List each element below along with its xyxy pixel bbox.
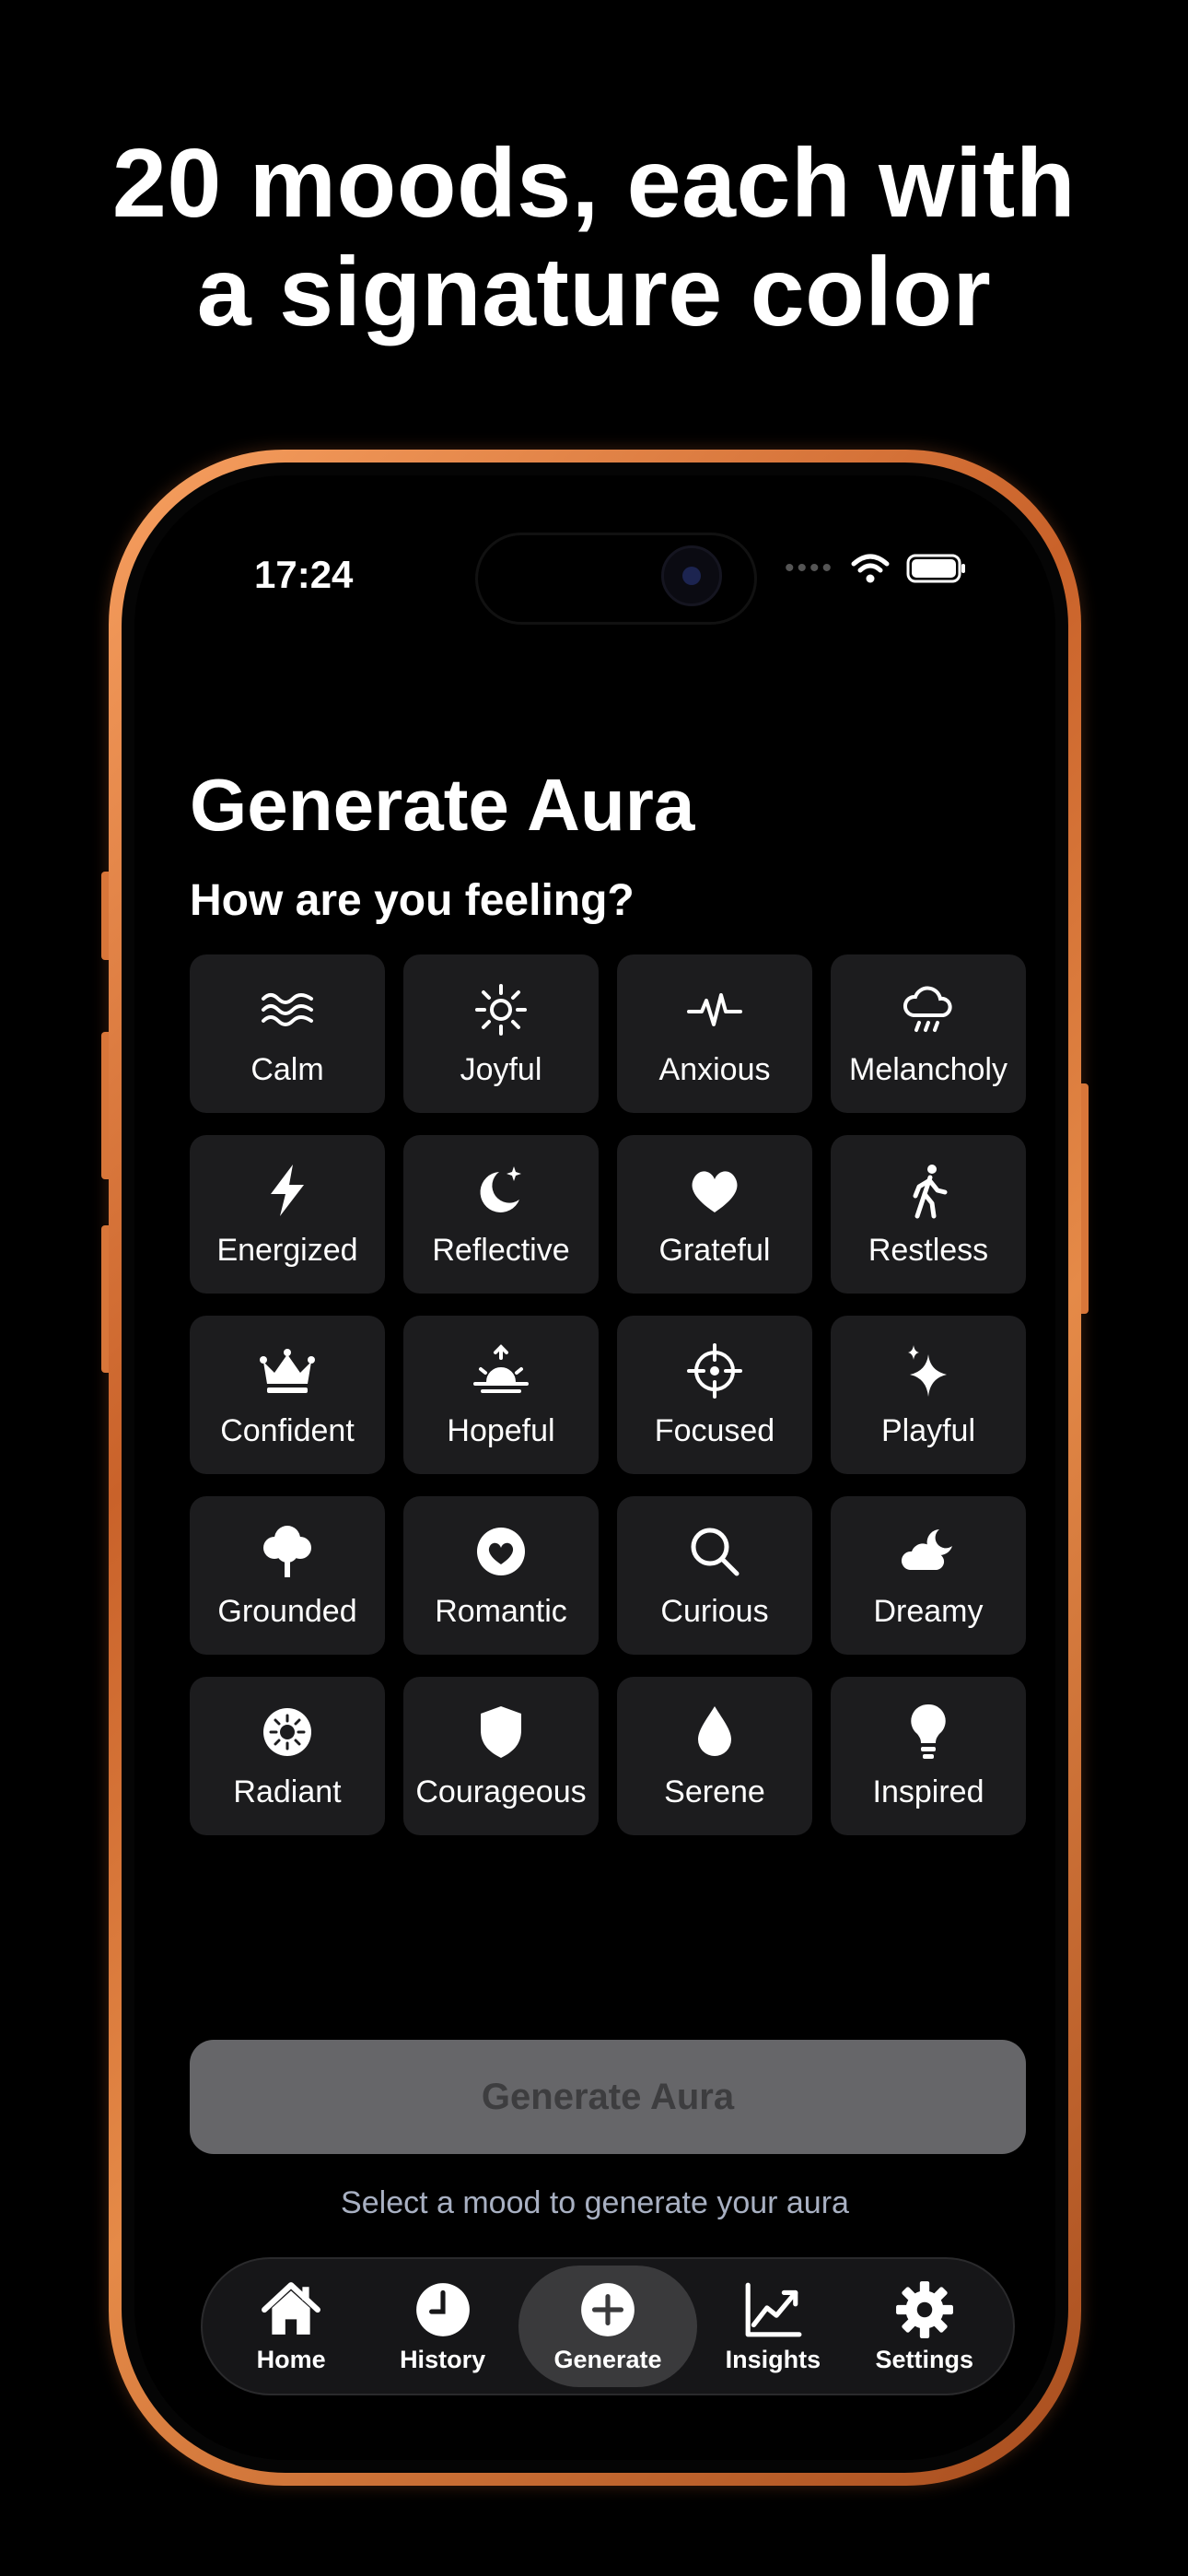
mood-tile-playful[interactable]: Playful xyxy=(831,1316,1026,1474)
house-icon xyxy=(262,2281,321,2335)
lightbulb-icon xyxy=(911,1704,946,1759)
mood-tile-anxious[interactable]: Anxious xyxy=(617,954,812,1113)
phone-bezel: 17:24 •••• Generate Aura How are you fee… xyxy=(122,463,1068,2473)
tab-home[interactable]: Home xyxy=(215,2266,367,2387)
signal-dots-icon: •••• xyxy=(784,553,834,583)
tab-label: History xyxy=(400,2345,486,2373)
status-time: 17:24 xyxy=(254,553,354,596)
mood-label: Curious xyxy=(660,1593,769,1629)
mood-tile-inspired[interactable]: Inspired xyxy=(831,1677,1026,1835)
cloud-moon-icon xyxy=(901,1528,952,1570)
tab-label: Insights xyxy=(725,2345,821,2373)
shield-icon xyxy=(481,1705,521,1758)
mood-label: Inspired xyxy=(872,1774,984,1809)
mood-label: Serene xyxy=(664,1774,765,1809)
mood-label: Romantic xyxy=(435,1593,567,1629)
mood-label: Grateful xyxy=(658,1232,771,1268)
page-subtitle: How are you feeling? xyxy=(190,876,635,925)
wifi-icon xyxy=(851,554,890,583)
mood-label: Hopeful xyxy=(447,1412,555,1448)
tab-generate[interactable]: Generate xyxy=(518,2266,697,2387)
mood-label: Dreamy xyxy=(873,1593,984,1629)
heart-circle-icon xyxy=(477,1527,525,1575)
crosshair-icon xyxy=(687,1342,742,1399)
battery-icon xyxy=(906,554,965,583)
mood-tile-energized[interactable]: Energized xyxy=(190,1135,385,1294)
generate-aura-button[interactable]: Generate Aura xyxy=(190,2040,1026,2154)
mood-tile-hopeful[interactable]: Hopeful xyxy=(403,1316,599,1474)
mood-tile-dreamy[interactable]: Dreamy xyxy=(831,1496,1026,1655)
tab-label: Settings xyxy=(875,2345,973,2373)
mood-grid: Calm Joyful Anxious Melancholy Energized… xyxy=(190,954,1026,1835)
moon-stars-icon xyxy=(480,1165,521,1212)
tree-icon xyxy=(263,1525,311,1577)
tab-settings[interactable]: Settings xyxy=(849,2266,1000,2387)
camera-lens xyxy=(661,545,722,606)
mood-label: Grounded xyxy=(217,1593,357,1629)
mood-tile-serene[interactable]: Serene xyxy=(617,1677,812,1835)
clock-icon xyxy=(415,2282,470,2336)
mood-label: Confident xyxy=(220,1412,355,1448)
mood-label: Reflective xyxy=(432,1232,570,1268)
mood-label: Melancholy xyxy=(849,1051,1007,1087)
tab-label: Generate xyxy=(553,2345,662,2373)
mood-tile-grounded[interactable]: Grounded xyxy=(190,1496,385,1655)
mood-tile-confident[interactable]: Confident xyxy=(190,1316,385,1474)
heart-icon xyxy=(692,1170,738,1212)
select-mood-hint: Select a mood to generate your aura xyxy=(341,2185,849,2220)
mood-tile-focused[interactable]: Focused xyxy=(617,1316,812,1474)
gear-icon xyxy=(895,2280,953,2338)
mood-tile-curious[interactable]: Curious xyxy=(617,1496,812,1655)
bolt-icon xyxy=(271,1164,304,1216)
magnifier-icon xyxy=(691,1528,740,1575)
mood-label: Courageous xyxy=(415,1774,587,1809)
tab-insights[interactable]: Insights xyxy=(697,2266,848,2387)
headline-line-1: 20 moods, each with xyxy=(111,129,1077,238)
mood-tile-calm[interactable]: Calm xyxy=(190,954,385,1113)
mood-label: Anxious xyxy=(658,1051,771,1087)
headline: 20 moods, each with a signature color xyxy=(0,129,1188,346)
mood-tile-radiant[interactable]: Radiant xyxy=(190,1677,385,1835)
cloud-rain-icon xyxy=(903,986,952,1032)
mood-label: Joyful xyxy=(460,1051,542,1087)
mood-tile-melancholy[interactable]: Melancholy xyxy=(831,954,1026,1113)
plus-circle-icon xyxy=(581,2282,635,2336)
drop-icon xyxy=(698,1705,731,1756)
app-screen: 17:24 •••• Generate Aura How are you fee… xyxy=(134,475,1055,2460)
mood-tile-reflective[interactable]: Reflective xyxy=(403,1135,599,1294)
status-icons: •••• xyxy=(785,553,967,584)
mood-tile-restless[interactable]: Restless xyxy=(831,1135,1026,1294)
mood-label: Calm xyxy=(250,1051,324,1087)
sun-circle-icon xyxy=(263,1707,311,1756)
mood-label: Radiant xyxy=(233,1774,342,1809)
tab-label: Home xyxy=(256,2345,326,2373)
phone-frame: 17:24 •••• Generate Aura How are you fee… xyxy=(109,450,1081,2486)
crown-icon xyxy=(260,1348,315,1393)
mood-label: Restless xyxy=(868,1232,989,1268)
tab-bar: Home History Generate Insights Settings xyxy=(201,2257,1015,2395)
walking-icon xyxy=(913,1164,948,1218)
mood-label: Playful xyxy=(880,1412,976,1448)
mood-label: Energized xyxy=(216,1232,358,1268)
mood-tile-grateful[interactable]: Grateful xyxy=(617,1135,812,1294)
chart-icon xyxy=(745,2282,802,2336)
mood-tile-joyful[interactable]: Joyful xyxy=(403,954,599,1113)
sunrise-icon xyxy=(473,1343,529,1393)
tab-history[interactable]: History xyxy=(367,2266,518,2387)
headline-line-2: a signature color xyxy=(196,238,992,346)
sparkles-icon xyxy=(908,1344,947,1397)
mood-tile-romantic[interactable]: Romantic xyxy=(403,1496,599,1655)
waves-icon xyxy=(262,992,313,1026)
mood-tile-courageous[interactable]: Courageous xyxy=(403,1677,599,1835)
sun-icon xyxy=(475,983,527,1036)
mood-label: Focused xyxy=(654,1412,775,1448)
pulse-icon xyxy=(687,992,742,1026)
page-title: Generate Aura xyxy=(190,764,695,846)
